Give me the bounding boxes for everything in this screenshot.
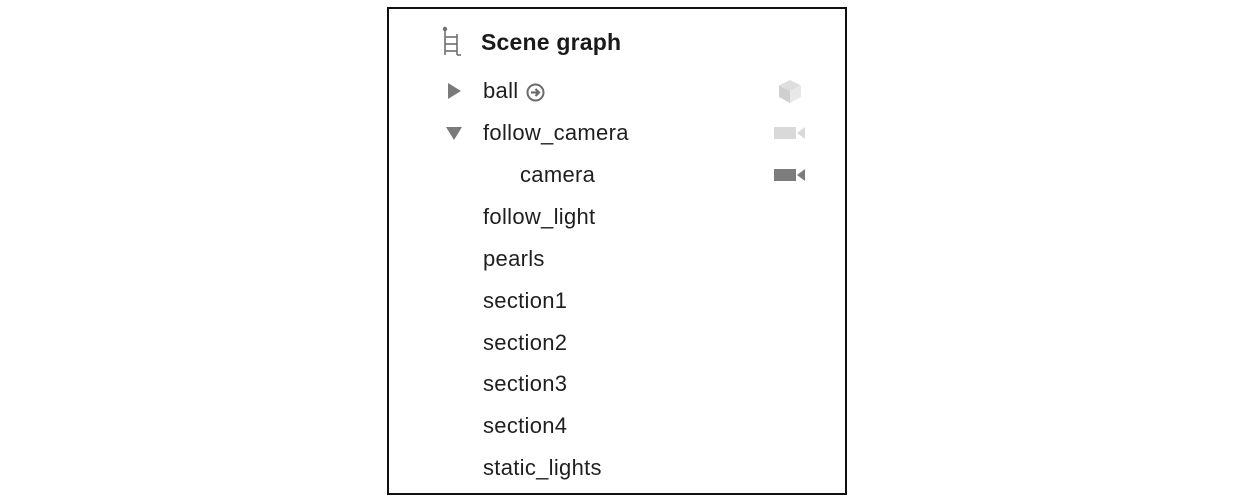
disclosure-expanded-icon[interactable] (445, 124, 463, 142)
tree-row-static-lights[interactable]: static_lights (389, 450, 845, 486)
geometry-cube-icon (772, 78, 808, 104)
tree-row-ball[interactable]: ball (389, 73, 845, 109)
scene-graph-panel: Scene graph ball follow_camera camera fo… (387, 7, 847, 495)
node-name: pearls (483, 246, 545, 271)
node-name: section4 (483, 413, 568, 438)
tree-row-follow-light[interactable]: follow_light (389, 199, 845, 235)
tree-row-section1[interactable]: section1 (389, 283, 845, 319)
tree-row-section4[interactable]: section4 (389, 408, 845, 444)
tree-node-label: static_lights (483, 455, 602, 481)
tree-node-label: section1 (483, 288, 567, 314)
node-name: section2 (483, 330, 568, 355)
tree-node-label: section3 (483, 371, 567, 397)
panel-title: Scene graph (481, 28, 622, 55)
node-name: follow_light (483, 204, 596, 229)
tree-row-camera[interactable]: camera (389, 157, 845, 193)
tree-node-label: follow_camera (483, 120, 629, 146)
camera-icon (772, 162, 808, 188)
hierarchy-tree-icon (441, 25, 463, 59)
disclosure-collapsed-icon[interactable] (445, 82, 463, 100)
tree-node-label: follow_light (483, 204, 595, 230)
node-name: section3 (483, 371, 568, 396)
node-name: static_lights (483, 455, 602, 480)
tree-node-label: pearls (483, 246, 545, 272)
tree-node-label: ball (483, 78, 545, 104)
node-name: camera (520, 162, 596, 187)
tree-row-section2[interactable]: section2 (389, 325, 845, 361)
tree-row-pearls[interactable]: pearls (389, 241, 845, 277)
reference-arrow-icon[interactable] (526, 82, 545, 101)
node-name: section1 (483, 288, 568, 313)
node-name: ball (483, 78, 519, 103)
tree-row-section3[interactable]: section3 (389, 366, 845, 402)
camera-icon (772, 120, 808, 146)
tree-node-label: camera (520, 162, 595, 188)
tree-row-follow-camera[interactable]: follow_camera (389, 115, 845, 151)
tree-node-label: section2 (483, 330, 567, 356)
scene-graph-header: Scene graph (441, 25, 621, 59)
node-name: follow_camera (483, 120, 629, 145)
tree-node-label: section4 (483, 413, 567, 439)
